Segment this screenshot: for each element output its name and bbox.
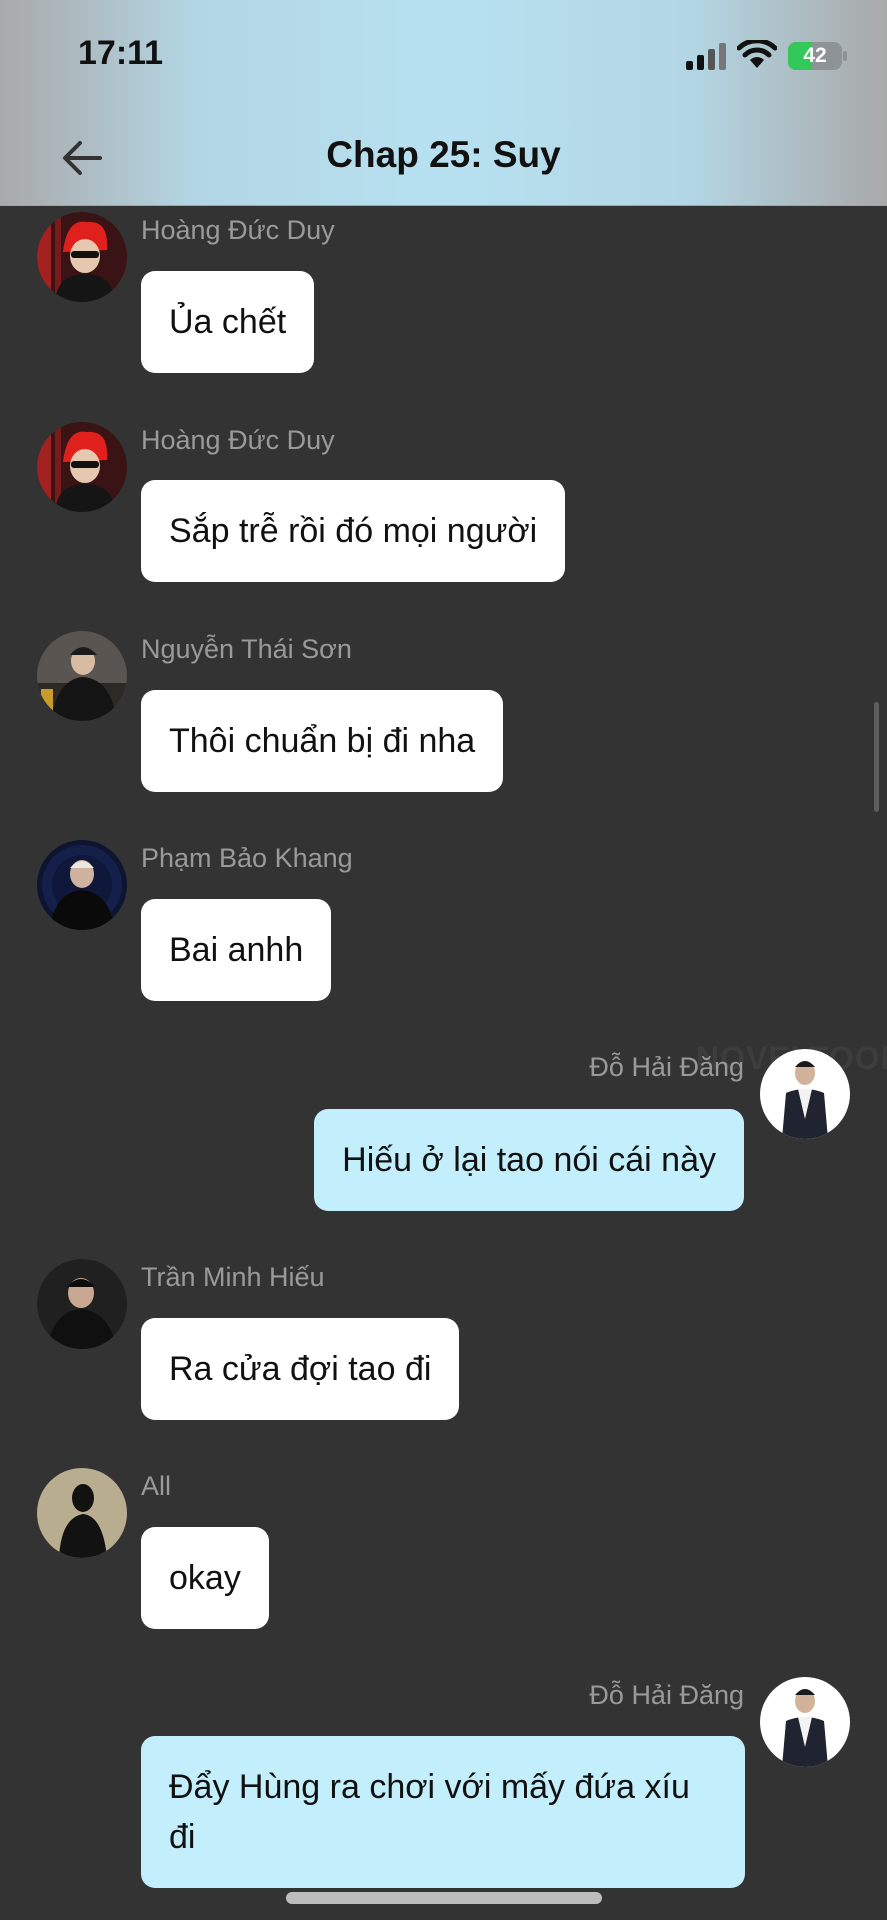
message-bubble[interactable]: Ra cửa đợi tao đi bbox=[141, 1318, 460, 1420]
avatar[interactable] bbox=[37, 631, 127, 721]
page-title: Chap 25: Suy bbox=[326, 134, 561, 175]
header-bar: 17:11 42 Chap 25: Suy bbox=[0, 0, 887, 206]
avatar[interactable] bbox=[37, 840, 127, 930]
sender-name: Hoàng Đức Duy bbox=[141, 425, 335, 455]
sender-name: Hoàng Đức Duy bbox=[141, 215, 335, 245]
cellular-signal-icon bbox=[686, 42, 728, 70]
sender-name: All bbox=[141, 1471, 172, 1501]
message-bubble[interactable]: okay bbox=[141, 1527, 269, 1629]
scrollbar[interactable] bbox=[874, 702, 879, 812]
message-bubble-own[interactable]: Hiếu ở lại tao nói cái này bbox=[314, 1109, 744, 1211]
sender-name: Nguyễn Thái Sơn bbox=[141, 634, 352, 664]
sender-name: Đỗ Hải Đăng bbox=[589, 1052, 744, 1082]
message-bubble[interactable]: Bai anhh bbox=[141, 899, 332, 1001]
avatar[interactable] bbox=[37, 422, 127, 512]
wifi-icon bbox=[737, 40, 777, 68]
avatar[interactable] bbox=[37, 1468, 127, 1558]
sender-name: Phạm Bảo Khang bbox=[141, 843, 353, 873]
battery-level: 42 bbox=[803, 44, 827, 67]
sender-name: Trần Minh Hiếu bbox=[141, 1262, 325, 1292]
message-bubble[interactable]: Thôi chuẩn bị đi nha bbox=[141, 690, 504, 792]
battery-icon: 42 bbox=[788, 42, 842, 70]
message-bubble-own[interactable]: Đẩy Hùng ra chơi với mấy đứa xíu đi bbox=[141, 1736, 745, 1888]
avatar[interactable] bbox=[37, 212, 127, 302]
message-bubble[interactable]: Ủa chết bbox=[141, 271, 315, 373]
avatar[interactable] bbox=[37, 1259, 127, 1349]
avatar[interactable] bbox=[760, 1049, 850, 1139]
chat-screen: 17:11 42 Chap 25: Suy NOVELTOON bbox=[0, 0, 887, 1920]
sender-name: Đỗ Hải Đăng bbox=[589, 1680, 744, 1710]
home-indicator[interactable] bbox=[286, 1892, 602, 1904]
message-bubble[interactable]: Sắp trễ rồi đó mọi người bbox=[141, 480, 566, 582]
avatar[interactable] bbox=[760, 1677, 850, 1767]
status-time: 17:11 bbox=[78, 34, 164, 72]
